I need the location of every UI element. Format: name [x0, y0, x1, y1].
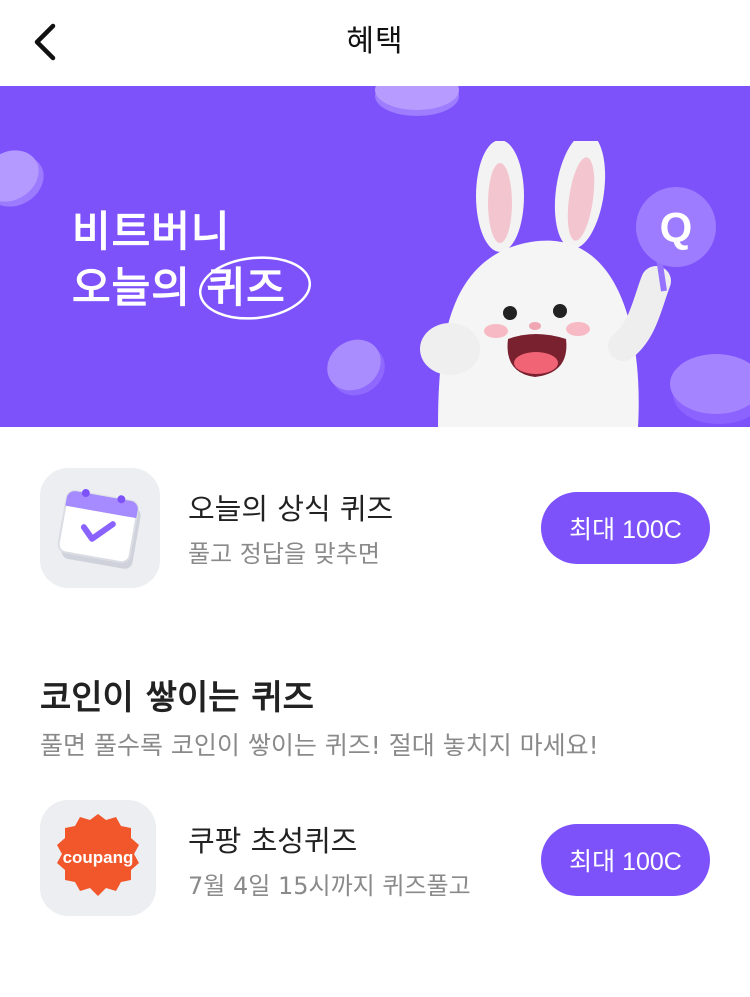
coupang-quiz-subtitle: 7월 4일 15시까지 퀴즈풀고: [188, 872, 471, 900]
banner-title: 비트버니 오늘의 퀴즈: [72, 204, 311, 320]
svg-text:Q: Q: [660, 204, 693, 251]
ellipse-outline-icon: [198, 256, 311, 320]
top-navigation-bar: 혜택: [0, 0, 750, 86]
coin-decoration: [375, 86, 459, 116]
page-title: 혜택: [346, 24, 404, 59]
quiz-banner[interactable]: 비트버니 오늘의 퀴즈 Q: [0, 86, 750, 427]
accumulate-section-subtitle: 풀면 풀수록 코인이 쌓이는 퀴즈! 절대 놓치지 마세요!: [40, 731, 599, 760]
bunny-mascot-icon: Q: [420, 141, 716, 427]
banner-title-line2-prefix: 오늘의: [72, 263, 207, 312]
coin-decoration: [327, 339, 385, 396]
daily-quiz-app-icon: [40, 468, 160, 588]
daily-quiz-subtitle: 풀고 정답을 맞추면: [188, 540, 380, 568]
coupang-logo-icon: coupang: [57, 814, 139, 896]
coin-decoration: [0, 150, 44, 207]
banner-title-highlight: 퀴즈: [198, 256, 311, 320]
coupang-quiz-row[interactable]: coupang 쿠팡 초성퀴즈 7월 4일 15시까지 퀴즈풀고 최대 100C: [0, 800, 750, 920]
coupang-quiz-title: 쿠팡 초성퀴즈: [188, 824, 358, 858]
daily-quiz-title: 오늘의 상식 퀴즈: [188, 492, 394, 526]
coupang-quiz-reward-button[interactable]: 최대 100C: [541, 824, 710, 896]
calendar-check-icon: [57, 489, 141, 569]
daily-quiz-reward-button[interactable]: 최대 100C: [541, 492, 710, 564]
daily-quiz-row[interactable]: 오늘의 상식 퀴즈 풀고 정답을 맞추면 최대 100C: [0, 468, 750, 588]
svg-text:coupang: coupang: [63, 848, 134, 867]
coupang-app-icon: coupang: [40, 800, 156, 916]
accumulate-section-title: 코인이 쌓이는 퀴즈: [40, 678, 314, 718]
banner-title-line2: 오늘의 퀴즈: [72, 256, 311, 320]
